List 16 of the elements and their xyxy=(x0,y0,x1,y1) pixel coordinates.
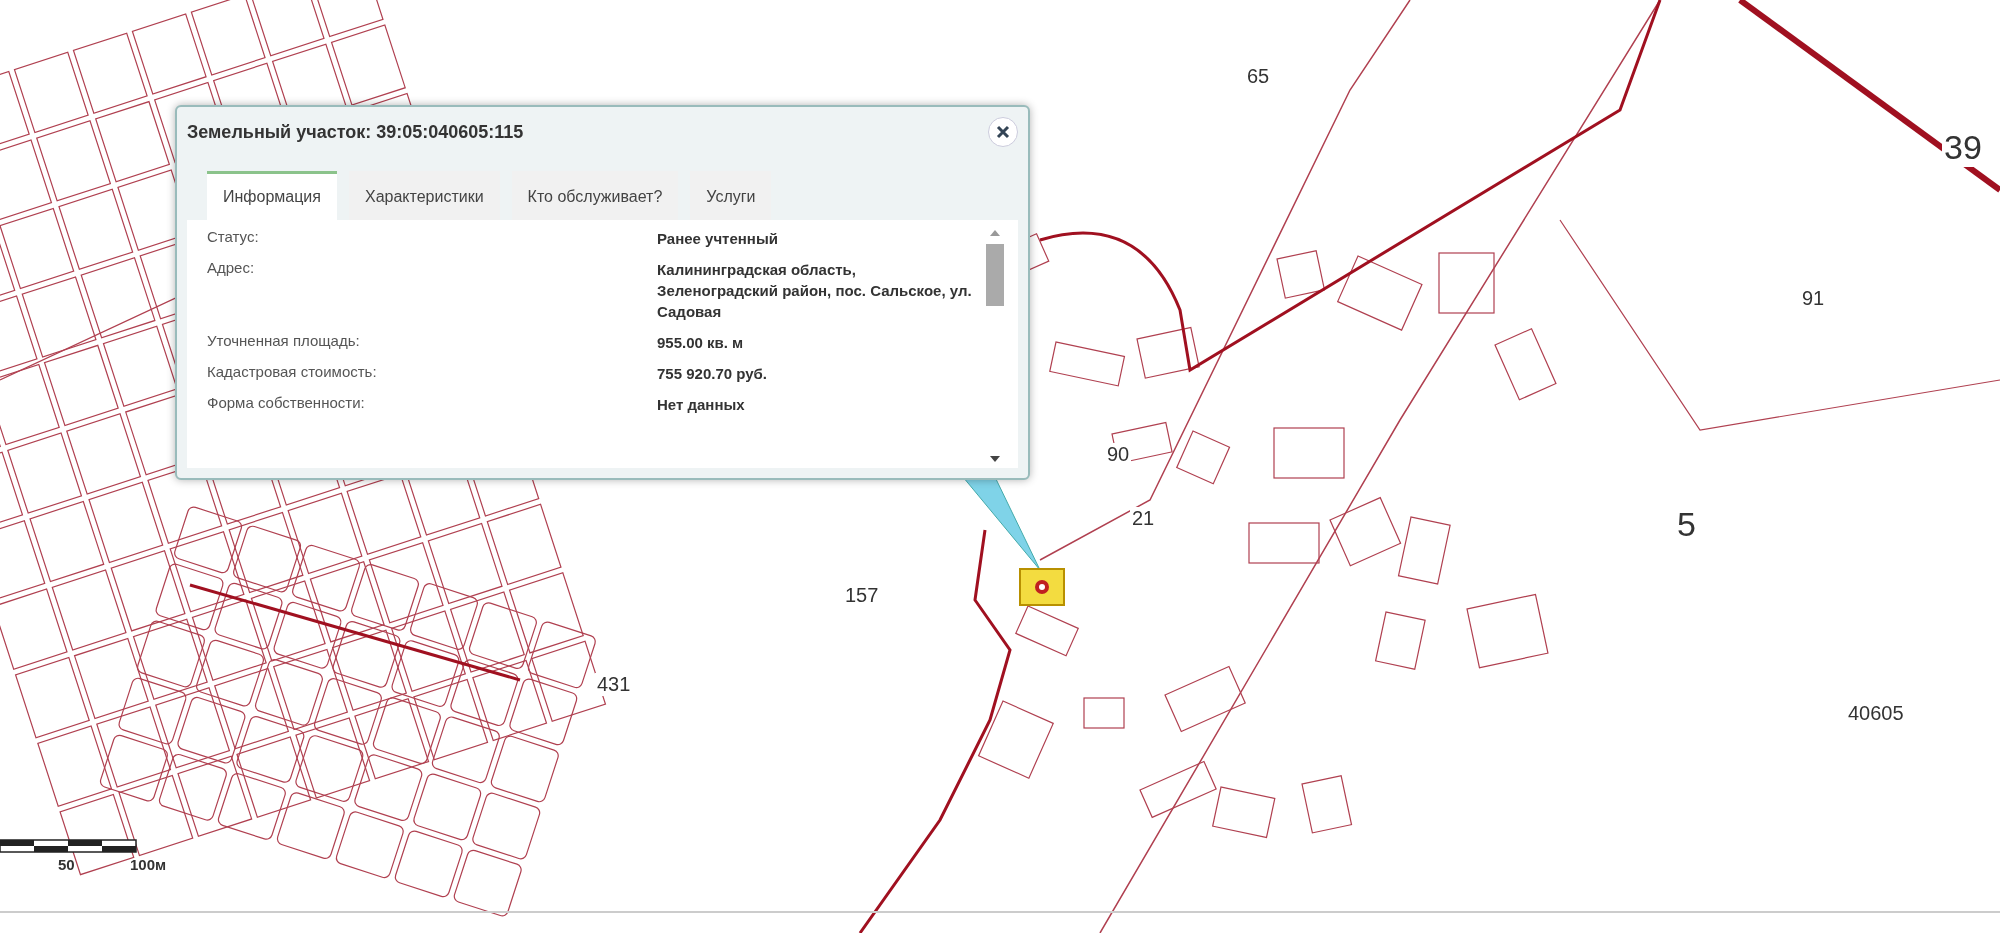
tab[interactable]: Информация xyxy=(207,171,337,220)
field-label: Форма собственности: xyxy=(207,394,366,413)
scale-label: 50 xyxy=(58,856,75,873)
field-label: Уточненная площадь: xyxy=(207,332,361,351)
field-label: Статус: xyxy=(207,228,260,247)
field-value: Ранее учтенный xyxy=(657,229,779,249)
scale-label: 100м xyxy=(130,856,167,873)
parcel-number: 90 xyxy=(1105,443,1132,466)
popup-title: Земельный участок: 39:05:040605:115 xyxy=(187,121,524,143)
field-label: Адрес: xyxy=(207,259,256,278)
field-value: 755 920.70 руб. xyxy=(657,364,768,384)
field-value: Нет данных xyxy=(657,395,746,415)
field-label: Кадастровая стоимость: xyxy=(207,363,378,382)
parcel-number: 431 xyxy=(595,673,633,696)
field-value: 955.00 кв. м xyxy=(657,333,745,353)
field-value: Калининградская область, Зеленоградский район, пос. Сальское, ул. Садовая xyxy=(657,260,973,322)
